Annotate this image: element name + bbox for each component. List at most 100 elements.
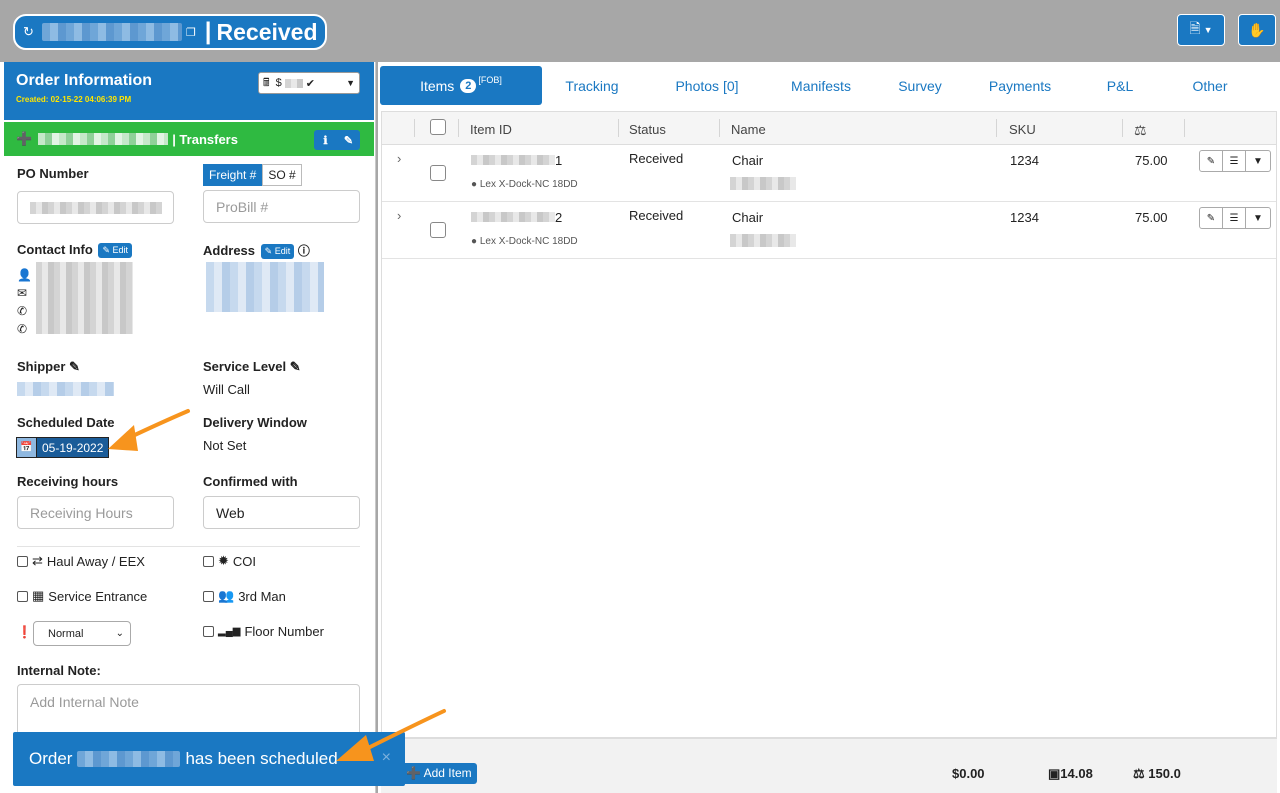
tab-photos[interactable]: Photos [0] (662, 66, 752, 105)
freight-toggle[interactable]: Freight # (203, 164, 263, 186)
chevron-right-icon[interactable]: › (397, 151, 401, 166)
address-edit-button[interactable]: ✎ Edit (260, 244, 295, 259)
coi-option[interactable]: ✹ COI (203, 553, 256, 569)
refresh-icon[interactable]: ↻ (23, 24, 34, 40)
pricing-select[interactable]: 🖩 $ ✔ ▼ (258, 72, 360, 94)
list-icon[interactable]: ☰ (1223, 151, 1246, 171)
item-weight: 75.00 (1135, 153, 1168, 168)
edit-icon[interactable]: ✎ (1200, 208, 1223, 228)
probill-field[interactable]: ProBill # (203, 190, 360, 223)
transfer-name-redacted (38, 133, 169, 145)
priority-select[interactable]: Normal ⌄ (33, 621, 131, 646)
coi-checkbox[interactable] (203, 555, 214, 567)
list-icon[interactable]: ☰ (1223, 208, 1246, 228)
haul-away-checkbox[interactable] (17, 555, 28, 567)
third-man-option[interactable]: 👥 3rd Man (203, 588, 286, 604)
total-cost: $0.00 (952, 766, 985, 781)
floor-number-label: Floor Number (244, 624, 324, 639)
so-toggle[interactable]: SO # (262, 164, 302, 186)
column-name[interactable]: Name (731, 122, 766, 137)
document-icon: 🗎 (1189, 20, 1201, 36)
tab-manifests[interactable]: Manifests (782, 66, 860, 105)
order-status: Received (216, 18, 318, 45)
edit-icon[interactable]: ✎ (69, 359, 80, 374)
scheduled-date-value: 05-19-2022 (42, 440, 104, 455)
service-entrance-option[interactable]: ▦ Service Entrance (17, 588, 147, 604)
contact-edit-button[interactable]: ✎ Edit (98, 243, 133, 258)
scheduled-toast: Order has been scheduled × (13, 732, 405, 786)
shipper-redacted (17, 382, 114, 396)
row-checkbox[interactable] (430, 165, 446, 181)
haul-away-option[interactable]: ⇄ Haul Away / EEX (17, 553, 145, 569)
chevron-down-icon: ▼ (1203, 25, 1213, 35)
chevron-down-icon[interactable]: ▼ (1246, 208, 1270, 228)
tab-pl[interactable]: P&L (1090, 66, 1150, 105)
hand-icon: ✋ (1248, 21, 1266, 38)
third-man-checkbox[interactable] (203, 590, 214, 602)
address-text: Address (203, 243, 256, 258)
map-marker-icon: ● (471, 236, 478, 247)
column-separator (996, 119, 997, 137)
hand-button[interactable]: ✋ (1238, 14, 1276, 46)
items-table: Item ID Status Name SKU ⚖ › 1 ● Lex X-Do… (381, 111, 1277, 738)
row-checkbox[interactable] (430, 222, 446, 238)
chevron-right-icon[interactable]: › (397, 208, 401, 223)
plus-square-icon[interactable]: ➕ (16, 131, 32, 147)
edit-icon[interactable]: ✎ (1200, 151, 1223, 171)
info-circle-icon[interactable]: ⓘ (298, 244, 310, 258)
select-all-checkbox[interactable] (430, 119, 446, 135)
table-row[interactable]: › 1 ● Lex X-Dock-NC 18DD Received Chair … (382, 145, 1276, 202)
add-item-button[interactable]: ➕ Add Item (401, 763, 477, 784)
item-status: Received (629, 151, 684, 166)
tab-tracking[interactable]: Tracking (552, 66, 632, 105)
service-entrance-checkbox[interactable] (17, 590, 28, 602)
internal-note-field[interactable]: Add Internal Note (17, 684, 360, 736)
phone-icon: ✆ (17, 322, 28, 336)
tab-items[interactable]: Items 2 [FOB] (380, 66, 542, 105)
map-marker-icon: ● (471, 179, 478, 190)
edit-icon: ✎ (264, 246, 273, 256)
contact-icons: 👤 ✉ ✆ ✆ (17, 266, 32, 338)
receiving-hours-field[interactable]: Receiving Hours (17, 496, 174, 529)
check-circle-icon: ✔ (305, 77, 315, 90)
tab-survey[interactable]: Survey (890, 66, 950, 105)
pricing-value-redacted (284, 78, 303, 88)
toast-prefix: Order (29, 749, 73, 768)
tab-other[interactable]: Other (1180, 66, 1240, 105)
calculator-icon: 🖩 (263, 76, 270, 89)
column-separator (414, 119, 415, 137)
receiving-hours-label: Receiving hours (17, 474, 119, 489)
cube-icon: ▣ (1048, 766, 1061, 781)
location-text: Lex X-Dock-NC 18DD (479, 236, 578, 247)
address-redacted (206, 262, 324, 312)
tab-payments[interactable]: Payments (980, 66, 1060, 105)
third-man-label: 3rd Man (238, 588, 286, 604)
chevron-down-icon[interactable]: ▼ (1246, 151, 1270, 171)
close-icon[interactable]: × (382, 749, 391, 767)
column-item-id[interactable]: Item ID (470, 122, 512, 137)
service-level-text: Service Level (203, 359, 287, 374)
column-status[interactable]: Status (629, 122, 666, 137)
table-row[interactable]: › 2 ● Lex X-Dock-NC 18DD Received Chair … (382, 202, 1276, 259)
floor-number-checkbox[interactable] (203, 626, 214, 637)
document-menu-button[interactable]: 🗎 ▼ (1177, 14, 1225, 46)
toast-message: has been scheduled (185, 749, 338, 768)
po-number-field[interactable] (17, 191, 174, 224)
confirmed-with-label: Confirmed with (203, 474, 298, 489)
po-number-label: PO Number (17, 166, 89, 181)
edit-icon[interactable]: ✎ (290, 359, 301, 374)
service-level-value: Will Call (203, 382, 250, 397)
confirmed-with-field[interactable]: Web (203, 496, 360, 529)
item-description-redacted (730, 177, 796, 190)
floor-number-option[interactable]: ▂▄▆ Floor Number (203, 624, 324, 639)
copy-icon[interactable]: ❐ (186, 26, 196, 39)
scale-icon[interactable]: ⚖ (1134, 122, 1147, 139)
fob-tag: [FOB] (478, 74, 502, 85)
order-title-pill: ↻ ❐ | Received (13, 14, 327, 50)
edit-icon[interactable]: ✎ (337, 130, 360, 150)
scheduled-date-picker[interactable]: 📅 05-19-2022 (16, 437, 110, 458)
column-sku[interactable]: SKU (1009, 122, 1036, 137)
service-level-label: Service Level ✎ (203, 359, 301, 375)
total-weight: ⚖ 150.0 (1133, 766, 1181, 782)
info-icon[interactable]: ℹ (314, 130, 337, 150)
